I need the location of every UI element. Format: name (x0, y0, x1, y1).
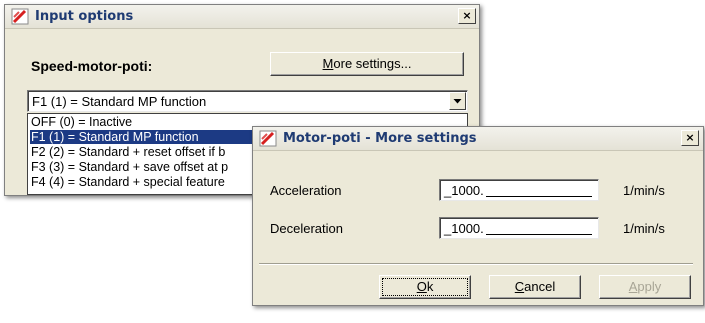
apply-button[interactable]: Apply (599, 275, 691, 299)
section-label: Speed-motor-poti: (31, 58, 153, 74)
window-title: Motor-poti - More settings (283, 131, 477, 146)
separator (259, 263, 693, 265)
more-settings-titlebar: Motor-poti - More settings × (253, 127, 703, 151)
dropdown-arrow-icon[interactable] (449, 92, 466, 110)
acceleration-unit: 1/min/s (623, 183, 665, 198)
deceleration-label: Deceleration (270, 221, 343, 236)
app-icon (259, 130, 277, 147)
select-value: F1 (1) = Standard MP function (32, 94, 207, 109)
window-title: Input options (35, 9, 134, 24)
app-icon (11, 8, 29, 25)
acceleration-input[interactable]: _1000. (439, 179, 599, 201)
close-icon[interactable]: × (458, 8, 476, 24)
ok-button[interactable]: Ok (379, 275, 471, 299)
input-options-titlebar: Input options × (5, 5, 479, 29)
deceleration-unit: 1/min/s (623, 221, 665, 236)
close-icon[interactable]: × (681, 130, 699, 146)
acceleration-label: Acceleration (270, 183, 342, 198)
more-settings-window: Motor-poti - More settings × Acceleratio… (252, 126, 704, 306)
cancel-button[interactable]: Cancel (489, 275, 581, 299)
function-select[interactable]: F1 (1) = Standard MP function (27, 90, 468, 112)
deceleration-input[interactable]: _1000. (439, 217, 599, 239)
more-settings-button[interactable]: More settings... (270, 52, 464, 76)
